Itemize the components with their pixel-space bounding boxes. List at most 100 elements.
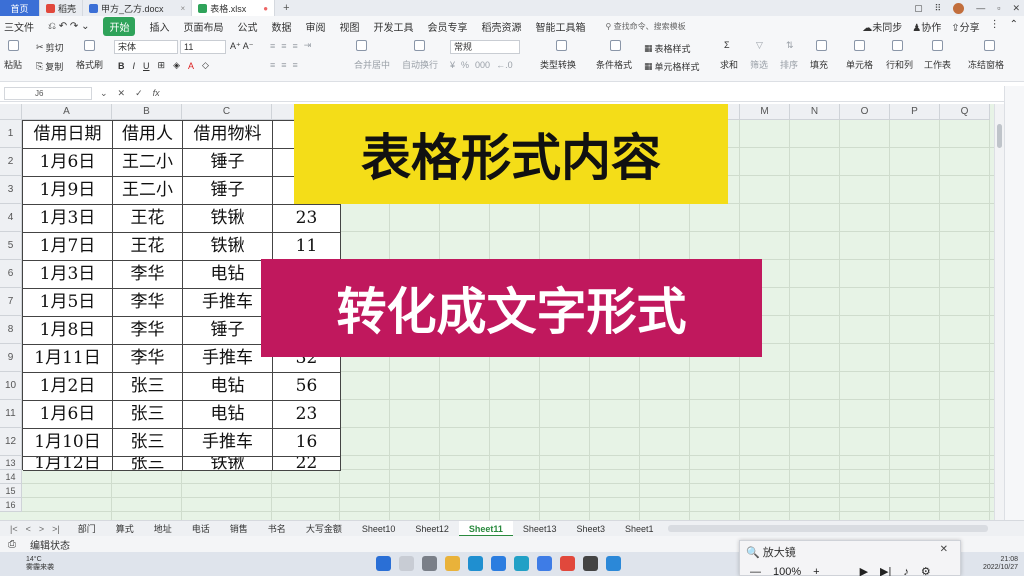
row-header-2[interactable]: 2 bbox=[0, 148, 22, 176]
merge-button[interactable]: 合并居中 bbox=[354, 58, 390, 71]
taskbar-clock[interactable]: 21:08 2022/10/27 bbox=[983, 556, 1018, 572]
close-window-icon[interactable]: ✕ bbox=[1012, 3, 1020, 14]
browser-icon[interactable] bbox=[537, 556, 552, 571]
tab-doc[interactable]: 甲方_乙方.docx × bbox=[83, 0, 193, 16]
row-header-10[interactable]: 10 bbox=[0, 372, 22, 400]
table-cell[interactable]: 电钻 bbox=[183, 261, 273, 289]
font-name-select[interactable]: 宋体 bbox=[114, 40, 178, 54]
tab-daoke[interactable]: 稻壳 bbox=[40, 0, 84, 16]
fill-button[interactable]: 填充 bbox=[810, 58, 828, 71]
confirm-icon[interactable]: ✓ bbox=[135, 88, 143, 99]
table-cell[interactable]: 23 bbox=[273, 205, 341, 233]
menu-formula[interactable]: 公式 bbox=[237, 19, 257, 34]
row-header-6[interactable]: 6 bbox=[0, 260, 22, 288]
menu-developer[interactable]: 开发工具 bbox=[373, 19, 413, 34]
align-middle-icon[interactable]: ≡ bbox=[281, 41, 286, 51]
align-bottom-icon[interactable]: ≡ bbox=[293, 41, 298, 51]
menu-vip[interactable]: 会员专享 bbox=[427, 19, 467, 34]
format-painter-button[interactable]: 格式刷 bbox=[76, 58, 103, 71]
cond-format-button[interactable]: 条件格式 bbox=[596, 58, 632, 71]
sort-button[interactable]: 排序 bbox=[780, 58, 798, 71]
cancel-icon[interactable]: ✕ bbox=[118, 88, 126, 99]
settings-gear-icon[interactable]: ⚙ bbox=[921, 565, 931, 576]
table-cell[interactable]: 李华 bbox=[113, 345, 183, 373]
column-header-O[interactable]: O bbox=[840, 104, 890, 120]
zoom-in-icon[interactable]: + bbox=[813, 566, 819, 576]
type-convert-button[interactable]: 类型转换 bbox=[540, 58, 576, 71]
select-all-corner[interactable] bbox=[0, 104, 22, 120]
maximize-icon[interactable]: ▫ bbox=[997, 3, 1000, 13]
sheet-tab[interactable]: 地址 bbox=[144, 521, 182, 537]
column-header-Q[interactable]: Q bbox=[940, 104, 990, 120]
sheet-tab[interactable]: 电话 bbox=[182, 521, 220, 537]
column-header-P[interactable]: P bbox=[890, 104, 940, 120]
underline-icon[interactable]: U bbox=[143, 61, 150, 71]
menu-start[interactable]: 开始 bbox=[103, 16, 136, 36]
row-header-14[interactable]: 14 bbox=[0, 470, 22, 484]
table-cell[interactable]: 1月3日 bbox=[23, 205, 113, 233]
weather-widget[interactable]: 14°C 雾霾来袭 bbox=[0, 556, 54, 572]
sync-status[interactable]: ☁未同步 bbox=[862, 19, 902, 34]
table-cell[interactable]: 手推车 bbox=[183, 429, 273, 457]
row-header-11[interactable]: 11 bbox=[0, 400, 22, 428]
tab-home[interactable]: 首页 bbox=[0, 0, 40, 16]
sum-button[interactable]: 求和 bbox=[720, 58, 738, 71]
rowcol-icon[interactable] bbox=[892, 40, 903, 51]
table-cell[interactable]: 电钻 bbox=[183, 401, 273, 429]
border-icon[interactable]: ⊞ bbox=[158, 60, 166, 71]
explorer-icon[interactable] bbox=[445, 556, 460, 571]
table-cell[interactable]: 李华 bbox=[113, 261, 183, 289]
currency-icon[interactable]: ¥ bbox=[450, 60, 455, 70]
sheet-tab[interactable]: 书名 bbox=[258, 521, 296, 537]
cut-button[interactable]: ✂ 剪切 bbox=[36, 41, 64, 54]
cell-icon[interactable] bbox=[854, 40, 865, 51]
table-cell[interactable]: 铁锹 bbox=[183, 233, 273, 261]
bold-icon[interactable]: B bbox=[118, 61, 125, 71]
prev-sheet-icon[interactable]: < bbox=[26, 524, 31, 534]
apps-icon[interactable]: ⠿ bbox=[935, 3, 942, 14]
table-cell[interactable]: 王花 bbox=[113, 205, 183, 233]
freeze-button[interactable]: 冻结窗格 bbox=[968, 58, 1004, 71]
cell-style-button[interactable]: ▦ 单元格样式 bbox=[644, 60, 700, 73]
menu-file[interactable]: 三文件 bbox=[4, 19, 34, 34]
sum-icon[interactable]: Σ bbox=[724, 40, 730, 50]
filter-button[interactable]: 筛选 bbox=[750, 58, 768, 71]
table-header-cell[interactable]: 借用人 bbox=[113, 121, 183, 149]
row-header-9[interactable]: 9 bbox=[0, 344, 22, 372]
tab-list-icon[interactable]: ▢ bbox=[914, 3, 923, 14]
table-cell[interactable]: 李华 bbox=[113, 317, 183, 345]
merge-icon[interactable] bbox=[356, 40, 367, 51]
align-top-icon[interactable]: ≡ bbox=[270, 41, 275, 51]
scroll-thumb[interactable] bbox=[997, 124, 1002, 148]
row-header-15[interactable]: 15 bbox=[0, 484, 22, 498]
column-header-A[interactable]: A bbox=[22, 104, 112, 120]
worksheet-icon[interactable] bbox=[932, 40, 943, 51]
table-cell[interactable]: 王二小 bbox=[113, 177, 183, 205]
table-cell[interactable]: 王花 bbox=[113, 233, 183, 261]
table-cell[interactable]: 1月6日 bbox=[23, 149, 113, 177]
table-cell[interactable]: 23 bbox=[273, 401, 341, 429]
cond-format-icon[interactable] bbox=[610, 40, 621, 51]
row-header-12[interactable]: 12 bbox=[0, 428, 22, 456]
thousand-icon[interactable]: 000 bbox=[475, 60, 490, 70]
menu-undo-icons[interactable]: ⎌ ↶ ↷ ⌄ bbox=[48, 21, 89, 32]
fx-icon[interactable]: fx bbox=[153, 88, 160, 99]
clear-icon[interactable]: ◇ bbox=[202, 60, 209, 71]
align-left-icon[interactable]: ≡ bbox=[270, 60, 275, 70]
table-cell[interactable]: 1月11日 bbox=[23, 345, 113, 373]
cell-button[interactable]: 单元格 bbox=[846, 58, 873, 71]
menu-daoke-resources[interactable]: 稻壳资源 bbox=[481, 19, 521, 34]
new-tab-button[interactable]: + bbox=[275, 0, 297, 16]
row-header-4[interactable]: 4 bbox=[0, 204, 22, 232]
row-header-16[interactable]: 16 bbox=[0, 498, 22, 512]
sheet-tab[interactable]: 大写金额 bbox=[296, 521, 352, 537]
table-cell[interactable]: 1月12日 bbox=[23, 457, 113, 471]
fill-color-icon[interactable]: ◈ bbox=[173, 60, 180, 71]
other-app-icon[interactable] bbox=[606, 556, 621, 571]
sheet-tab[interactable]: 销售 bbox=[220, 521, 258, 537]
edge-icon[interactable] bbox=[468, 556, 483, 571]
macro-icon[interactable]: ⎙ bbox=[8, 539, 16, 550]
row-header-13[interactable]: 13 bbox=[0, 456, 22, 470]
column-header-N[interactable]: N bbox=[790, 104, 840, 120]
table-cell[interactable]: 1月8日 bbox=[23, 317, 113, 345]
